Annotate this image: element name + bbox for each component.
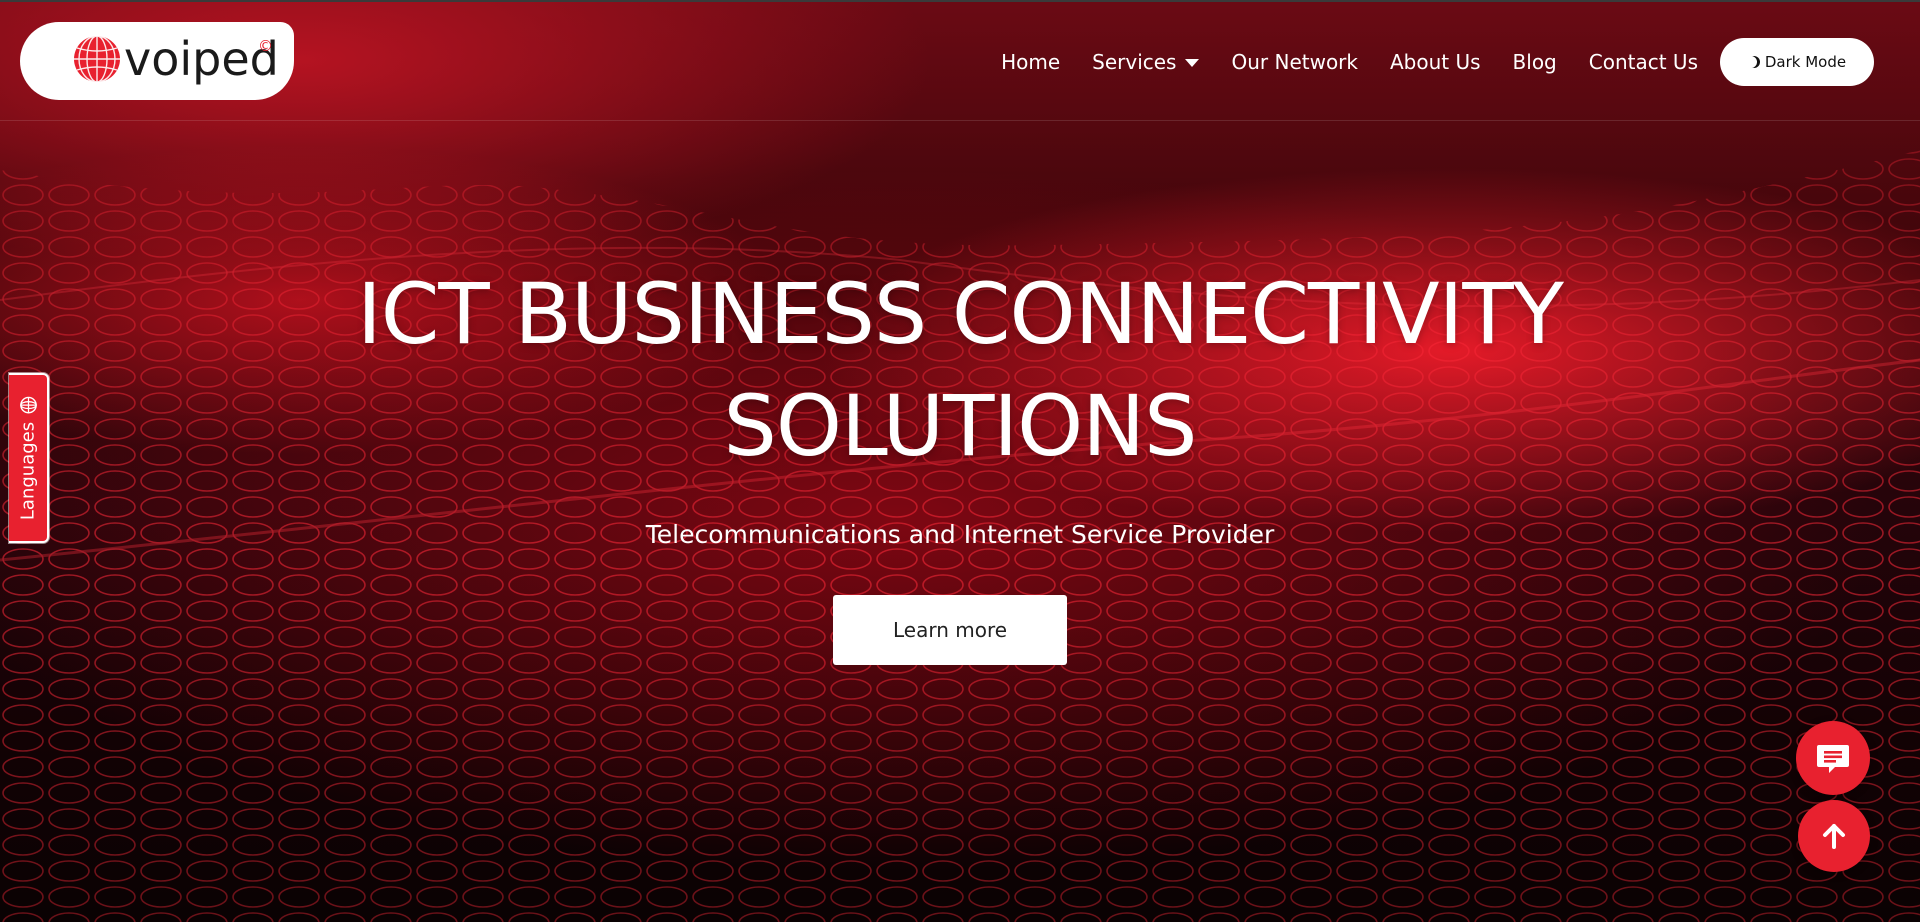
moon-icon — [1748, 56, 1760, 68]
nav-about-us[interactable]: About Us — [1390, 50, 1481, 74]
chat-bubble-icon — [1817, 745, 1849, 773]
globe-logo-icon — [74, 35, 120, 83]
languages-label: Languages — [17, 421, 39, 521]
nav-services-label: Services — [1092, 50, 1177, 74]
hero-title-line-2: SOLUTIONS — [723, 377, 1198, 475]
learn-more-button[interactable]: Learn more — [833, 595, 1067, 665]
hero-title: ICT BUSINESS CONNECTIVITY SOLUTIONS — [160, 258, 1760, 482]
caret-down-icon — [1185, 59, 1200, 67]
globe-icon — [19, 396, 37, 414]
main-nav: Home Services Our Network About Us Blog … — [1001, 38, 1874, 86]
nav-blog[interactable]: Blog — [1513, 50, 1557, 74]
scroll-to-top-button[interactable] — [1798, 800, 1870, 872]
chat-button[interactable] — [1796, 721, 1870, 795]
nav-home[interactable]: Home — [1001, 50, 1060, 74]
dark-mode-label: Dark Mode — [1764, 53, 1847, 71]
dark-mode-button[interactable]: Dark Mode — [1720, 38, 1874, 86]
logo-text: voiped — [124, 32, 279, 86]
nav-our-network[interactable]: Our Network — [1231, 50, 1358, 74]
hero-title-line-1: ICT BUSINESS CONNECTIVITY — [356, 265, 1564, 363]
arrow-up-icon — [1823, 824, 1845, 849]
languages-tab[interactable]: Languages — [9, 373, 49, 543]
nav-services[interactable]: Services — [1092, 50, 1200, 74]
site-header: voiped © Home Services Our Network About… — [0, 2, 1920, 121]
hero-subtitle: Telecommunications and Internet Service … — [645, 520, 1275, 549]
languages-tab-content: Languages — [18, 396, 39, 520]
logo-mark: © — [258, 37, 273, 55]
logo[interactable]: voiped © — [20, 22, 294, 100]
nav-contact-us[interactable]: Contact Us — [1589, 50, 1698, 74]
